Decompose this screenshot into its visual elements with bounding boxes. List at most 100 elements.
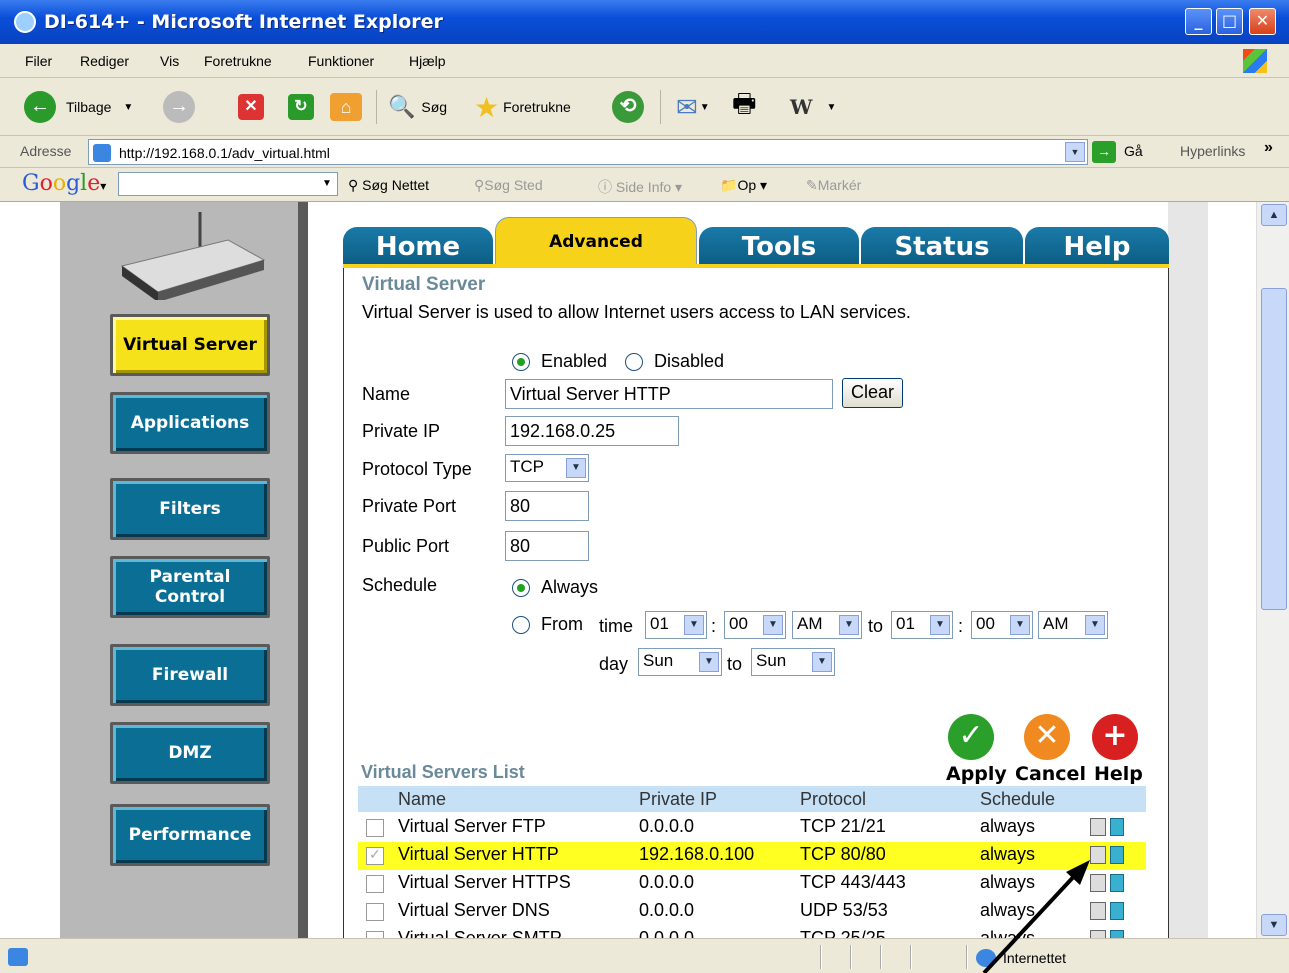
back-button[interactable]: ← Tilbage ▼ bbox=[24, 91, 133, 123]
search-web-button[interactable]: ⚲ Søg Nettet bbox=[348, 177, 429, 194]
google-dropdown-icon[interactable]: ▼ bbox=[319, 176, 335, 192]
minimize-button[interactable]: _ bbox=[1185, 8, 1212, 35]
menu-view[interactable]: Vis bbox=[160, 53, 179, 69]
edit-icon[interactable] bbox=[1090, 930, 1106, 938]
trash-icon[interactable] bbox=[1110, 902, 1124, 920]
protocol-select[interactable]: TCP ▼ bbox=[505, 454, 589, 482]
menu-favorites[interactable]: Foretrukne bbox=[204, 53, 272, 69]
scroll-down-icon[interactable]: ▼ bbox=[1261, 914, 1287, 936]
menu-edit[interactable]: Rediger bbox=[80, 53, 129, 69]
menu-help[interactable]: Hjælp bbox=[409, 53, 446, 69]
disabled-radio[interactable] bbox=[625, 353, 643, 371]
up-button[interactable]: 📁Op ▾ bbox=[720, 177, 767, 194]
start-minute-select[interactable]: 00 ▼ bbox=[724, 611, 786, 639]
chevron-down-icon[interactable]: ▼ bbox=[839, 615, 859, 635]
back-dropdown-icon[interactable]: ▼ bbox=[123, 102, 133, 113]
chevron-down-icon[interactable]: ▼ bbox=[812, 652, 832, 672]
scroll-up-icon[interactable]: ▲ bbox=[1261, 204, 1287, 226]
stop-button[interactable]: ✕ bbox=[238, 91, 264, 123]
word-button[interactable]: W ▼ bbox=[790, 91, 836, 123]
links-toolbar[interactable]: Hyperlinks bbox=[1180, 143, 1245, 159]
cancel-x-icon[interactable]: ✕ bbox=[1024, 714, 1070, 760]
public-port-input[interactable]: 80 bbox=[505, 531, 589, 561]
nav-firewall[interactable]: Firewall bbox=[110, 644, 270, 706]
nav-performance[interactable]: Performance bbox=[110, 804, 270, 866]
tab-status[interactable]: Status bbox=[861, 227, 1023, 267]
address-input[interactable]: http://192.168.0.1/adv_virtual.html ▼ bbox=[88, 139, 1088, 165]
trash-icon[interactable] bbox=[1110, 874, 1124, 892]
table-row[interactable]: Virtual Server HTTPS 0.0.0.0 TCP 443/443 al… bbox=[358, 870, 1146, 898]
row-checkbox[interactable] bbox=[366, 875, 384, 893]
nav-virtual-server[interactable]: Virtual Server bbox=[110, 314, 270, 376]
scroll-thumb[interactable] bbox=[1261, 288, 1287, 610]
table-row[interactable]: Virtual Server FTP 0.0.0.0 TCP 21/21 always bbox=[358, 814, 1146, 842]
tab-advanced[interactable]: Advanced bbox=[495, 217, 697, 267]
row-checkbox[interactable] bbox=[366, 931, 384, 938]
row-checkbox[interactable] bbox=[366, 846, 384, 865]
google-logo[interactable]: Google▾ bbox=[22, 171, 106, 196]
start-day-select[interactable]: Sun ▼ bbox=[638, 648, 722, 676]
page-info-button[interactable]: ⓘ Side Info ▾ bbox=[598, 177, 682, 197]
end-ampm-select[interactable]: AM ▼ bbox=[1038, 611, 1108, 639]
row-checkbox[interactable] bbox=[366, 819, 384, 837]
favorites-button[interactable]: ★ Foretrukne bbox=[474, 91, 571, 123]
nav-parental-control[interactable]: Parental Control bbox=[110, 556, 270, 618]
edit-icon[interactable] bbox=[1090, 846, 1106, 864]
vertical-scrollbar[interactable]: ▲ ▼ bbox=[1256, 202, 1289, 938]
close-button[interactable]: ✕ bbox=[1249, 8, 1276, 35]
edit-icon[interactable] bbox=[1090, 874, 1106, 892]
menu-tools[interactable]: Funktioner bbox=[308, 53, 374, 69]
edit-icon[interactable] bbox=[1090, 818, 1106, 836]
history-button[interactable]: ⟲ bbox=[612, 91, 644, 123]
refresh-button[interactable]: ↻ bbox=[288, 91, 314, 123]
enabled-radio[interactable] bbox=[512, 353, 530, 371]
end-day-select[interactable]: Sun ▼ bbox=[751, 648, 835, 676]
private-port-input[interactable]: 80 bbox=[505, 491, 589, 521]
chevron-down-icon[interactable]: ▼ bbox=[699, 652, 719, 672]
clear-button[interactable]: Clear bbox=[842, 378, 904, 408]
tab-home[interactable]: Home bbox=[343, 227, 493, 267]
help-plus-icon[interactable]: + bbox=[1092, 714, 1138, 760]
nav-filters[interactable]: Filters bbox=[110, 478, 270, 540]
chevron-down-icon[interactable]: ▼ bbox=[566, 458, 586, 478]
tab-tools[interactable]: Tools bbox=[699, 227, 859, 267]
go-arrow-icon[interactable]: → bbox=[1092, 141, 1116, 163]
trash-icon[interactable] bbox=[1110, 846, 1124, 864]
maximize-button[interactable]: □ bbox=[1216, 8, 1243, 35]
search-site-button[interactable]: ⚲Søg Sted bbox=[474, 177, 543, 194]
chevron-down-icon[interactable]: ▼ bbox=[930, 615, 950, 635]
cancel-button[interactable]: Cancel bbox=[1015, 763, 1086, 785]
end-minute-select[interactable]: 00 ▼ bbox=[971, 611, 1033, 639]
home-button[interactable]: ⌂ bbox=[330, 91, 362, 123]
apply-button[interactable]: Apply bbox=[946, 763, 1007, 785]
menu-file[interactable]: Filer bbox=[25, 53, 52, 69]
trash-icon[interactable] bbox=[1110, 818, 1124, 836]
forward-button[interactable]: → bbox=[163, 91, 195, 123]
help-button[interactable]: Help bbox=[1094, 763, 1143, 785]
private-ip-input[interactable]: 192.168.0.25 bbox=[505, 416, 679, 446]
address-dropdown-icon[interactable]: ▼ bbox=[1065, 142, 1085, 162]
nav-applications[interactable]: Applications bbox=[110, 392, 270, 454]
mail-button[interactable]: ✉ ▼ bbox=[676, 91, 710, 123]
go-button[interactable]: Gå bbox=[1124, 143, 1143, 159]
search-button[interactable]: 🔍 Søg bbox=[388, 91, 447, 123]
apply-check-icon[interactable]: ✓ bbox=[948, 714, 994, 760]
name-input[interactable]: Virtual Server HTTP bbox=[505, 379, 833, 409]
chevron-right-icon[interactable]: » bbox=[1264, 139, 1273, 157]
tab-help[interactable]: Help bbox=[1025, 227, 1169, 267]
chevron-down-icon[interactable]: ▼ bbox=[763, 615, 783, 635]
from-radio[interactable] bbox=[512, 616, 530, 634]
table-row[interactable]: Virtual Server HTTP 192.168.0.100 TCP 80/8… bbox=[358, 842, 1146, 870]
edit-icon[interactable] bbox=[1090, 902, 1106, 920]
print-button[interactable]: 🖶 bbox=[732, 88, 757, 123]
row-checkbox[interactable] bbox=[366, 903, 384, 921]
nav-dmz[interactable]: DMZ bbox=[110, 722, 270, 784]
google-search-input[interactable]: ▼ bbox=[118, 172, 338, 196]
chevron-down-icon[interactable]: ▼ bbox=[1085, 615, 1105, 635]
highlight-button[interactable]: ✎Markér bbox=[806, 177, 861, 194]
always-radio[interactable] bbox=[512, 579, 530, 597]
table-row[interactable]: Virtual Server SMTP 0.0.0.0 TCP 25/25 alway… bbox=[358, 926, 1146, 938]
start-ampm-select[interactable]: AM ▼ bbox=[792, 611, 862, 639]
trash-icon[interactable] bbox=[1110, 930, 1124, 938]
chevron-down-icon[interactable]: ▼ bbox=[1010, 615, 1030, 635]
